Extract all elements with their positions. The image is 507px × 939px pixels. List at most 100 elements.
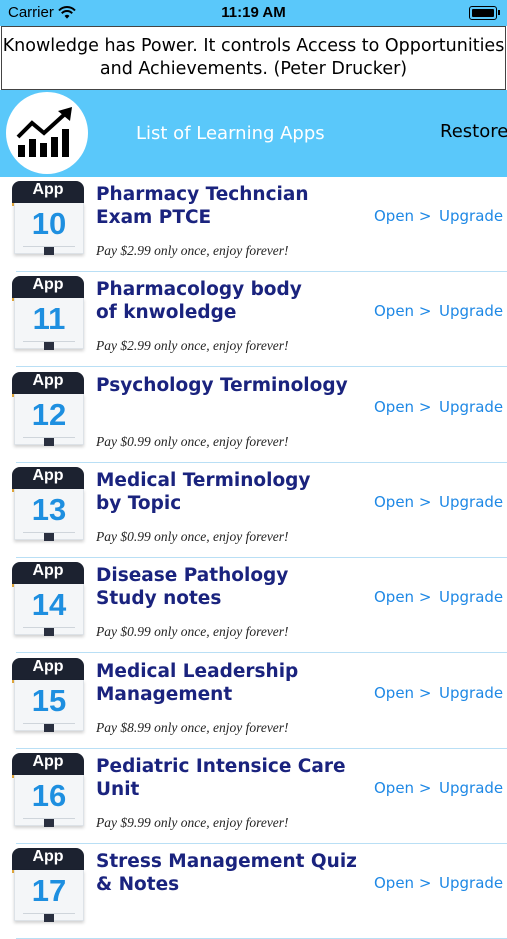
clock: 11:19 AM (221, 4, 286, 21)
price-note: Pay $8.99 only once, enjoy forever! (96, 719, 289, 735)
open-button[interactable]: Open > (374, 493, 431, 511)
list-item[interactable]: App 12 Psychology Terminology Open > Upgrade… (0, 368, 507, 463)
badge-fold (44, 818, 54, 827)
app-badge-icon: App 12 (12, 371, 84, 446)
badge-fold (44, 532, 54, 541)
badge-label: App (32, 181, 64, 198)
open-button[interactable]: Open > (374, 302, 431, 320)
app-number: 10 (31, 206, 67, 241)
list-item[interactable]: App 14 Disease Pathology Study notes Open > U… (0, 558, 507, 654)
list-item[interactable]: App 11 Pharmacology body of knwoledge Open >… (0, 272, 507, 368)
app-name-line1: Psychology Terminology (96, 374, 348, 396)
app-number: 16 (31, 777, 67, 813)
badge-body: 11 (14, 298, 84, 351)
app-name-line1: Pharmacy Techncian (96, 184, 309, 205)
price-note: Pay $2.99 only once, enjoy forever! (96, 338, 289, 354)
list-item[interactable]: App 10 Pharmacy Techncian Exam PTCE Open > Up… (0, 177, 507, 272)
list-item[interactable]: App 16 Pediatric Intensice Care Unit Open >… (0, 749, 507, 844)
app-name-line1: Pharmacology body (96, 279, 302, 301)
price-note: Pay $2.99 only once, enjoy forever! (96, 243, 289, 258)
quote-banner: Knowledge has Power. It controls Access … (1, 26, 506, 90)
app-name: Disease Pathology Study notes (96, 564, 366, 610)
upgrade-button[interactable]: Upgrade > (439, 779, 507, 797)
restore-button[interactable]: Restore (440, 121, 507, 142)
price-note: Pay $0.99 only once, enjoy forever! (96, 528, 289, 544)
badge-label: App (32, 466, 64, 484)
app-badge-icon: App 11 (12, 276, 84, 351)
app-name-line2: by Topic (96, 492, 182, 514)
app-number: 12 (31, 396, 67, 432)
app-number: 13 (31, 491, 67, 527)
app-name: Pharmacology body of knwoledge (96, 278, 366, 324)
badge-fold (44, 342, 54, 351)
app-number: 15 (31, 682, 67, 718)
upgrade-button[interactable]: Upgrade > (439, 207, 507, 225)
badge-fold (44, 914, 54, 923)
badge-label: App (32, 752, 64, 770)
open-button[interactable]: Open > (374, 588, 431, 606)
list-item[interactable]: App 17 Stress Management Quiz & Notes Open >… (0, 844, 507, 939)
app-name-line1: Medical Terminology (96, 469, 311, 491)
upgrade-button[interactable]: Upgrade > (439, 588, 507, 606)
upgrade-button[interactable]: Upgrade > (439, 398, 507, 416)
page-title: List of Learning Apps (136, 123, 325, 144)
app-name: Medical Leadership Management (96, 660, 366, 706)
app-name: Stress Management Quiz & Notes (96, 850, 366, 896)
price-note: Pay $0.99 only once, enjoy forever! (96, 433, 289, 449)
app-badge-icon: App 15 (12, 657, 84, 732)
app-name: Psychology Terminology (96, 374, 366, 397)
header-bar: List of Learning Apps Restore (0, 90, 507, 177)
app-name: Pediatric Intensice Care Unit (96, 755, 366, 801)
growth-chart-icon (6, 92, 88, 174)
app-badge-icon: App 14 (12, 562, 84, 637)
upgrade-button[interactable]: Upgrade > (439, 684, 507, 702)
open-button[interactable]: Open > (374, 398, 431, 416)
app-name-line2: Exam PTCE (96, 207, 212, 228)
app-badge-icon: App 17 (12, 848, 84, 923)
app-name-line2: & Notes (96, 874, 180, 896)
badge-label: App (32, 657, 64, 675)
badge-label: App (32, 848, 64, 866)
badge-body: 15 (14, 679, 84, 732)
quote-text: Knowledge has Power. It controls Access … (2, 36, 505, 79)
upgrade-button[interactable]: Upgrade > (439, 874, 507, 892)
app-number: 17 (31, 873, 67, 909)
app-name-line1: Medical Leadership (96, 660, 299, 682)
badge-fold (44, 628, 54, 637)
battery-icon (469, 6, 500, 20)
upgrade-button[interactable]: Upgrade > (439, 493, 507, 511)
app-badge-icon: App 16 (12, 752, 84, 827)
app-name: Pharmacy Techncian Exam PTCE (96, 183, 366, 229)
price-note: Pay $0.99 only once, enjoy forever! (96, 624, 289, 640)
app-number: 14 (31, 587, 67, 623)
badge-body: 10 (14, 203, 84, 255)
status-bar: Carrier 11:19 AM (0, 0, 507, 26)
badge-fold (44, 437, 54, 446)
app-name-line1: Pediatric Intensice Care Unit (96, 755, 346, 800)
open-button[interactable]: Open > (374, 684, 431, 702)
list-item[interactable]: App 13 Medical Terminology by Topic Open > Up… (0, 463, 507, 558)
app-name-line1: Disease Pathology (96, 565, 289, 587)
upgrade-button[interactable]: Upgrade > (439, 302, 507, 320)
app-number: 11 (32, 301, 66, 337)
badge-fold (44, 723, 54, 732)
app-name-line1: Stress Management Quiz (96, 851, 357, 873)
app-badge-icon: App 10 (12, 181, 84, 255)
badge-label: App (32, 562, 64, 580)
badge-body: 12 (14, 393, 84, 446)
open-button[interactable]: Open > (374, 779, 431, 797)
app-name-line2: of knwoledge (96, 302, 237, 324)
badge-body: 17 (14, 870, 84, 923)
open-button[interactable]: Open > (374, 874, 431, 892)
badge-label: App (32, 371, 64, 389)
badge-body: 16 (14, 774, 84, 827)
app-name: Medical Terminology by Topic (96, 469, 366, 515)
badge-body: 14 (14, 584, 84, 637)
price-note: Pay $9.99 only once, enjoy forever! (96, 814, 289, 830)
badge-fold (44, 247, 54, 255)
list-item[interactable]: App 15 Medical Leadership Management Open > U… (0, 654, 507, 749)
badge-body: 13 (14, 488, 84, 541)
app-badge-icon: App 13 (12, 466, 84, 541)
open-button[interactable]: Open > (374, 207, 431, 225)
app-name-line2: Study notes (96, 588, 222, 610)
